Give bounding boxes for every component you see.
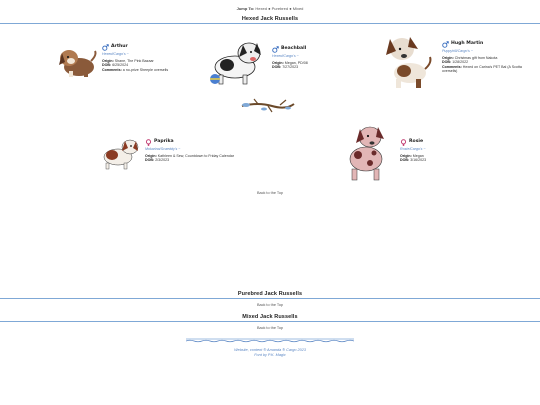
back-to-top-link[interactable]: Back to the Top <box>0 191 540 195</box>
male-icon <box>272 46 279 53</box>
dog-image-paprika[interactable] <box>98 135 140 171</box>
branch-divider-image <box>241 98 295 113</box>
dog-owner-link[interactable]: Puppyhill/Cargo's ~ <box>442 49 534 54</box>
section-rule <box>0 321 540 322</box>
section-rule <box>0 298 540 299</box>
jump-to-label: Jump To: <box>236 6 255 11</box>
dog-name: Rosie <box>409 139 424 145</box>
section-title-purebred: Purebred Jack Russells <box>237 291 303 297</box>
footer: Website, content ® Amanda ® Cargo 2023 F… <box>0 348 540 358</box>
dog-owner-link[interactable]: Mokarina/Scaeddy's ~ <box>145 147 255 152</box>
dog-name: Arthur <box>111 44 128 50</box>
dog-image-beachball[interactable] <box>205 35 267 87</box>
female-icon <box>145 139 152 146</box>
dog-image-arthur[interactable] <box>55 43 99 79</box>
dog-comments: Comments: a no-prize Sheeple oversells <box>102 67 169 72</box>
section-rule <box>0 23 540 24</box>
dog-name: Hugh Martin <box>451 41 484 47</box>
back-to-top-link[interactable]: Back to the Top <box>0 303 540 307</box>
jump-to-bar: Jump To: Hexed ● Purebred ● Mixed <box>0 6 540 11</box>
wave-divider-image <box>186 338 354 343</box>
back-to-top-link[interactable]: Back to the Top <box>0 326 540 330</box>
dog-image-hugh-martin[interactable] <box>380 33 438 91</box>
female-icon <box>400 139 407 146</box>
section-title-mixed: Mixed Jack Russells <box>242 314 298 320</box>
dog-name: Paprika <box>154 139 174 145</box>
footer-font-credit: Font by P.K. Magic <box>254 353 286 357</box>
section-title-hexed: Hexed Jack Russells <box>241 16 299 22</box>
male-icon <box>442 41 449 48</box>
dog-dob: DOB: 7/27/2023 <box>272 65 299 70</box>
jump-to-links[interactable]: Hexed ● Purebred ● Mixed <box>255 6 303 11</box>
dog-card-rosie: Rosie Rosie/Cargo's ~ Origin: Megan DOB:… <box>400 138 480 163</box>
dog-card-paprika: Paprika Mokarina/Scaeddy's ~ Origin: Kat… <box>145 138 255 163</box>
dog-card-hugh-martin: Hugh Martin Puppyhill/Cargo's ~ Origin: … <box>442 40 534 74</box>
dog-dob: DOB: 2/3/2023 <box>145 158 170 163</box>
dog-name: Beachball <box>281 46 307 52</box>
dog-owner-link[interactable]: Rosie/Cargo's ~ <box>400 147 480 152</box>
dog-card-arthur: Arthur Hexed/Cargo's ~ Origin: Shane, Th… <box>102 43 182 72</box>
dog-owner-link[interactable]: Hexed/Cargo's ~ <box>272 54 352 59</box>
dog-dob: DOB: 3/16/2023 <box>400 158 427 163</box>
male-icon <box>102 44 109 51</box>
dog-comments: Comments: Hexed on Carina's PET Bal (A S… <box>442 64 522 74</box>
dog-image-rosie[interactable] <box>340 123 395 183</box>
dog-card-beachball: Beachball Hexed/Cargo's ~ Origin: Megan,… <box>272 45 352 70</box>
dog-owner-link[interactable]: Hexed/Cargo's ~ <box>102 52 182 57</box>
